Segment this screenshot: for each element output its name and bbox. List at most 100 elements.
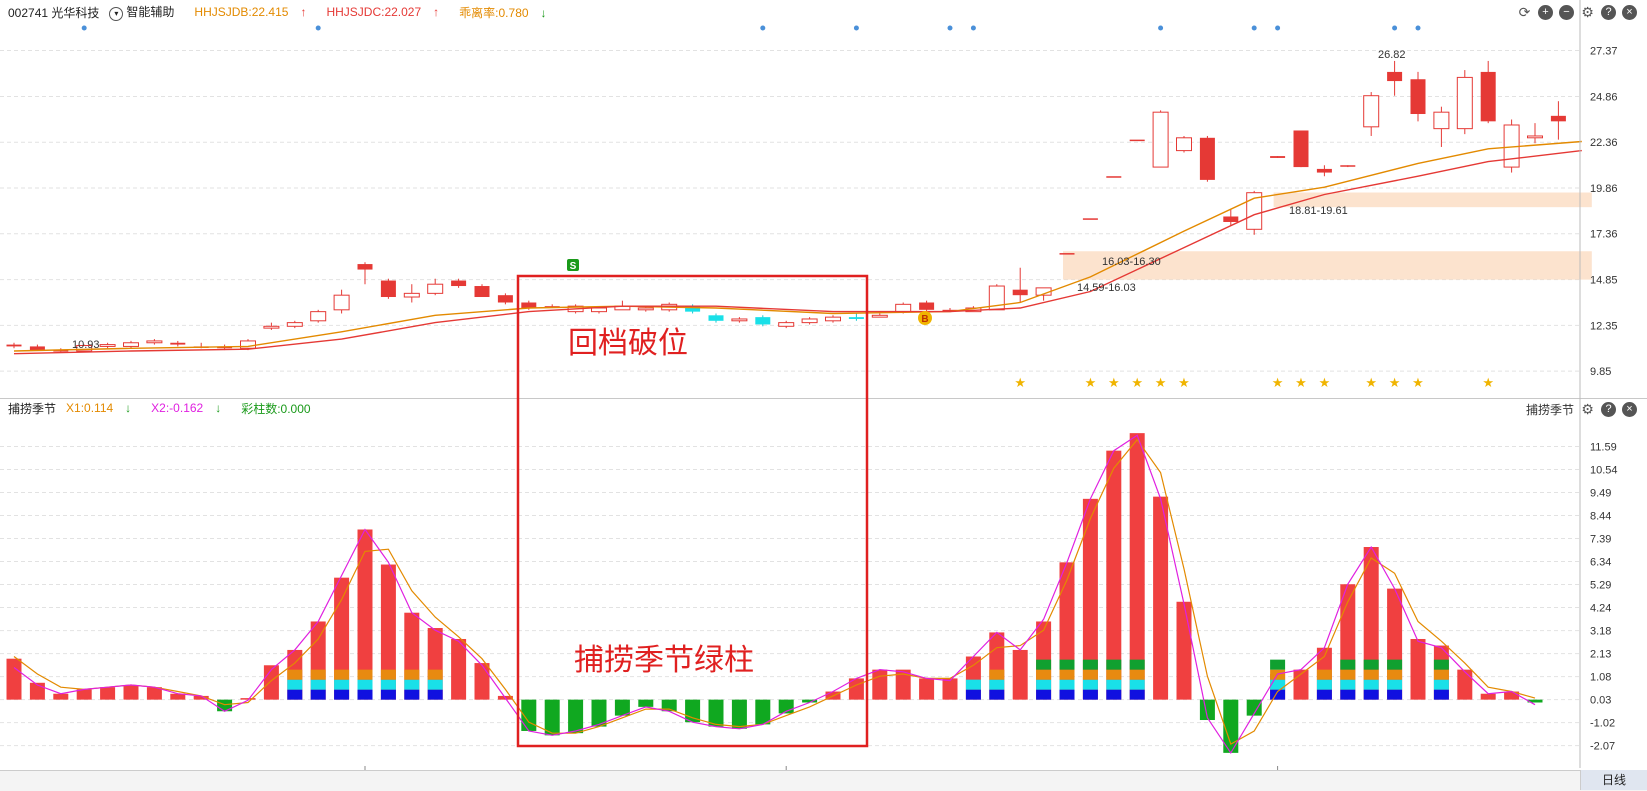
- color-bar-segment: [1387, 669, 1403, 680]
- candle-body: [1176, 137, 1192, 152]
- indicator-tick-label: -2.07: [1590, 741, 1615, 753]
- signal-dot: [1251, 25, 1257, 31]
- star-icon: ★: [1272, 375, 1284, 390]
- candle-body: [310, 311, 327, 322]
- indicator-bar: [755, 699, 771, 725]
- candle-body: [1106, 176, 1122, 178]
- indicator-bar: [474, 663, 490, 700]
- signal-dot: [853, 25, 859, 31]
- candle-body: [1410, 79, 1426, 115]
- candle-body: [1293, 130, 1309, 168]
- color-bar-segment: [1387, 689, 1403, 700]
- candle-body: [521, 302, 537, 308]
- callout-bottom-label: 捕捞季节绿柱: [574, 643, 754, 678]
- color-bar-segment: [1082, 659, 1098, 670]
- color-bar-segment: [1036, 679, 1052, 690]
- star-icon: ★: [1131, 375, 1143, 390]
- color-bar-segment: [1059, 669, 1075, 680]
- indicator-bar: [1410, 638, 1426, 700]
- candle-body: [871, 314, 888, 318]
- color-bar-segment: [1106, 689, 1122, 700]
- color-bar-segment: [380, 679, 396, 690]
- candle-body: [1082, 218, 1098, 220]
- color-bar-segment: [1316, 689, 1332, 700]
- time-scrollbar[interactable]: [0, 770, 1647, 791]
- color-bar-segment: [1059, 689, 1075, 700]
- candle-body: [123, 342, 139, 347]
- star-icon: ★: [1178, 375, 1190, 390]
- indicator-tick-label: 1.08: [1590, 672, 1611, 684]
- candle-body: [1550, 115, 1566, 122]
- color-bar-segment: [427, 689, 443, 700]
- price-tick-label: 19.86: [1590, 183, 1618, 195]
- indicator-bar: [544, 699, 560, 736]
- indicator-bar: [942, 678, 958, 700]
- svg-text:B: B: [921, 314, 928, 325]
- color-bar-segment: [427, 679, 443, 690]
- callout-top-label: 回档破位: [568, 326, 688, 361]
- indicator-tick-label: 3.18: [1590, 626, 1611, 638]
- indicator-bar: [731, 699, 747, 729]
- indicator-bar: [53, 693, 69, 700]
- color-bar-segment: [1433, 679, 1449, 690]
- indicator-lines: [13, 434, 1536, 755]
- signal-dot: [1415, 25, 1421, 31]
- color-bar-segment: [310, 689, 326, 700]
- candle-body: [99, 344, 116, 347]
- color-bar-segment: [404, 669, 420, 680]
- color-bar-segment: [357, 679, 373, 690]
- signal-marks: ★ ★ ★ ★ ★ ★ ★ ★ ★ ★ ★ ★ ★: [81, 25, 1494, 390]
- color-bar-segment: [1129, 689, 1145, 700]
- color-bar-segment: [1316, 679, 1332, 690]
- indicator-bar: [1176, 601, 1192, 700]
- indicator-bar: [568, 699, 584, 734]
- indicator-bar: [919, 678, 935, 700]
- price-tick-label: 12.35: [1590, 320, 1618, 332]
- color-bar-segment: [1106, 679, 1122, 690]
- candle-body: [731, 318, 748, 322]
- indicator-bar: [1480, 693, 1496, 700]
- buy-signal-icon: B: [918, 311, 932, 325]
- color-bar-segment: [1340, 689, 1356, 700]
- star-icon: ★: [1085, 375, 1097, 390]
- candle-body: [848, 317, 864, 319]
- candle-body: [1152, 111, 1169, 168]
- star-icon: ★: [1108, 375, 1120, 390]
- price-tick-label: 22.36: [1590, 137, 1618, 149]
- color-bar-segment: [310, 669, 326, 680]
- price-tick-label: 9.85: [1590, 366, 1611, 378]
- color-bar-segment: [1363, 689, 1379, 700]
- color-bar-segment: [334, 689, 350, 700]
- sell-signal-icon: S: [567, 259, 579, 272]
- day-period-tab[interactable]: 日线: [1580, 770, 1647, 790]
- color-bar-segment: [357, 689, 373, 700]
- color-bar-segment: [1433, 659, 1449, 670]
- color-bar-segment: [989, 669, 1005, 680]
- indicator-tick-label: 11.59: [1590, 441, 1617, 453]
- color-bar-segment: [1082, 679, 1098, 690]
- color-bar-segment: [287, 679, 303, 690]
- svg-text:S: S: [570, 261, 577, 272]
- candle-body: [497, 295, 513, 303]
- candle-body: [1270, 156, 1286, 158]
- signal-dot: [1275, 25, 1281, 31]
- signal-dot: [970, 25, 976, 31]
- candle-body: [451, 280, 467, 287]
- candle-body: [286, 322, 303, 327]
- price-tick-label: 17.36: [1590, 229, 1618, 241]
- color-bar-segment: [1363, 679, 1379, 690]
- indicator-bar: [872, 669, 888, 700]
- star-icon: ★: [1412, 375, 1424, 390]
- candle-body: [263, 325, 280, 329]
- indicator-bar: [1012, 649, 1028, 700]
- color-bar-segment: [1387, 679, 1403, 690]
- indicator-tick-label: 10.54: [1590, 464, 1618, 476]
- indicator-tick-label: -1.02: [1590, 718, 1615, 730]
- candle-body: [380, 280, 396, 298]
- indicator-tick-label: 5.29: [1590, 579, 1611, 591]
- chart-canvas[interactable]: ★ ★ ★ ★ ★ ★ ★ ★ ★ ★ ★ ★ ★ 27.37 24.86 22.36 19.86 17.36 1…: [0, 0, 1647, 790]
- candle-body: [1480, 71, 1496, 122]
- candle-body: [427, 283, 444, 294]
- indicator-bar: [1457, 669, 1473, 700]
- candle-body: [474, 286, 490, 298]
